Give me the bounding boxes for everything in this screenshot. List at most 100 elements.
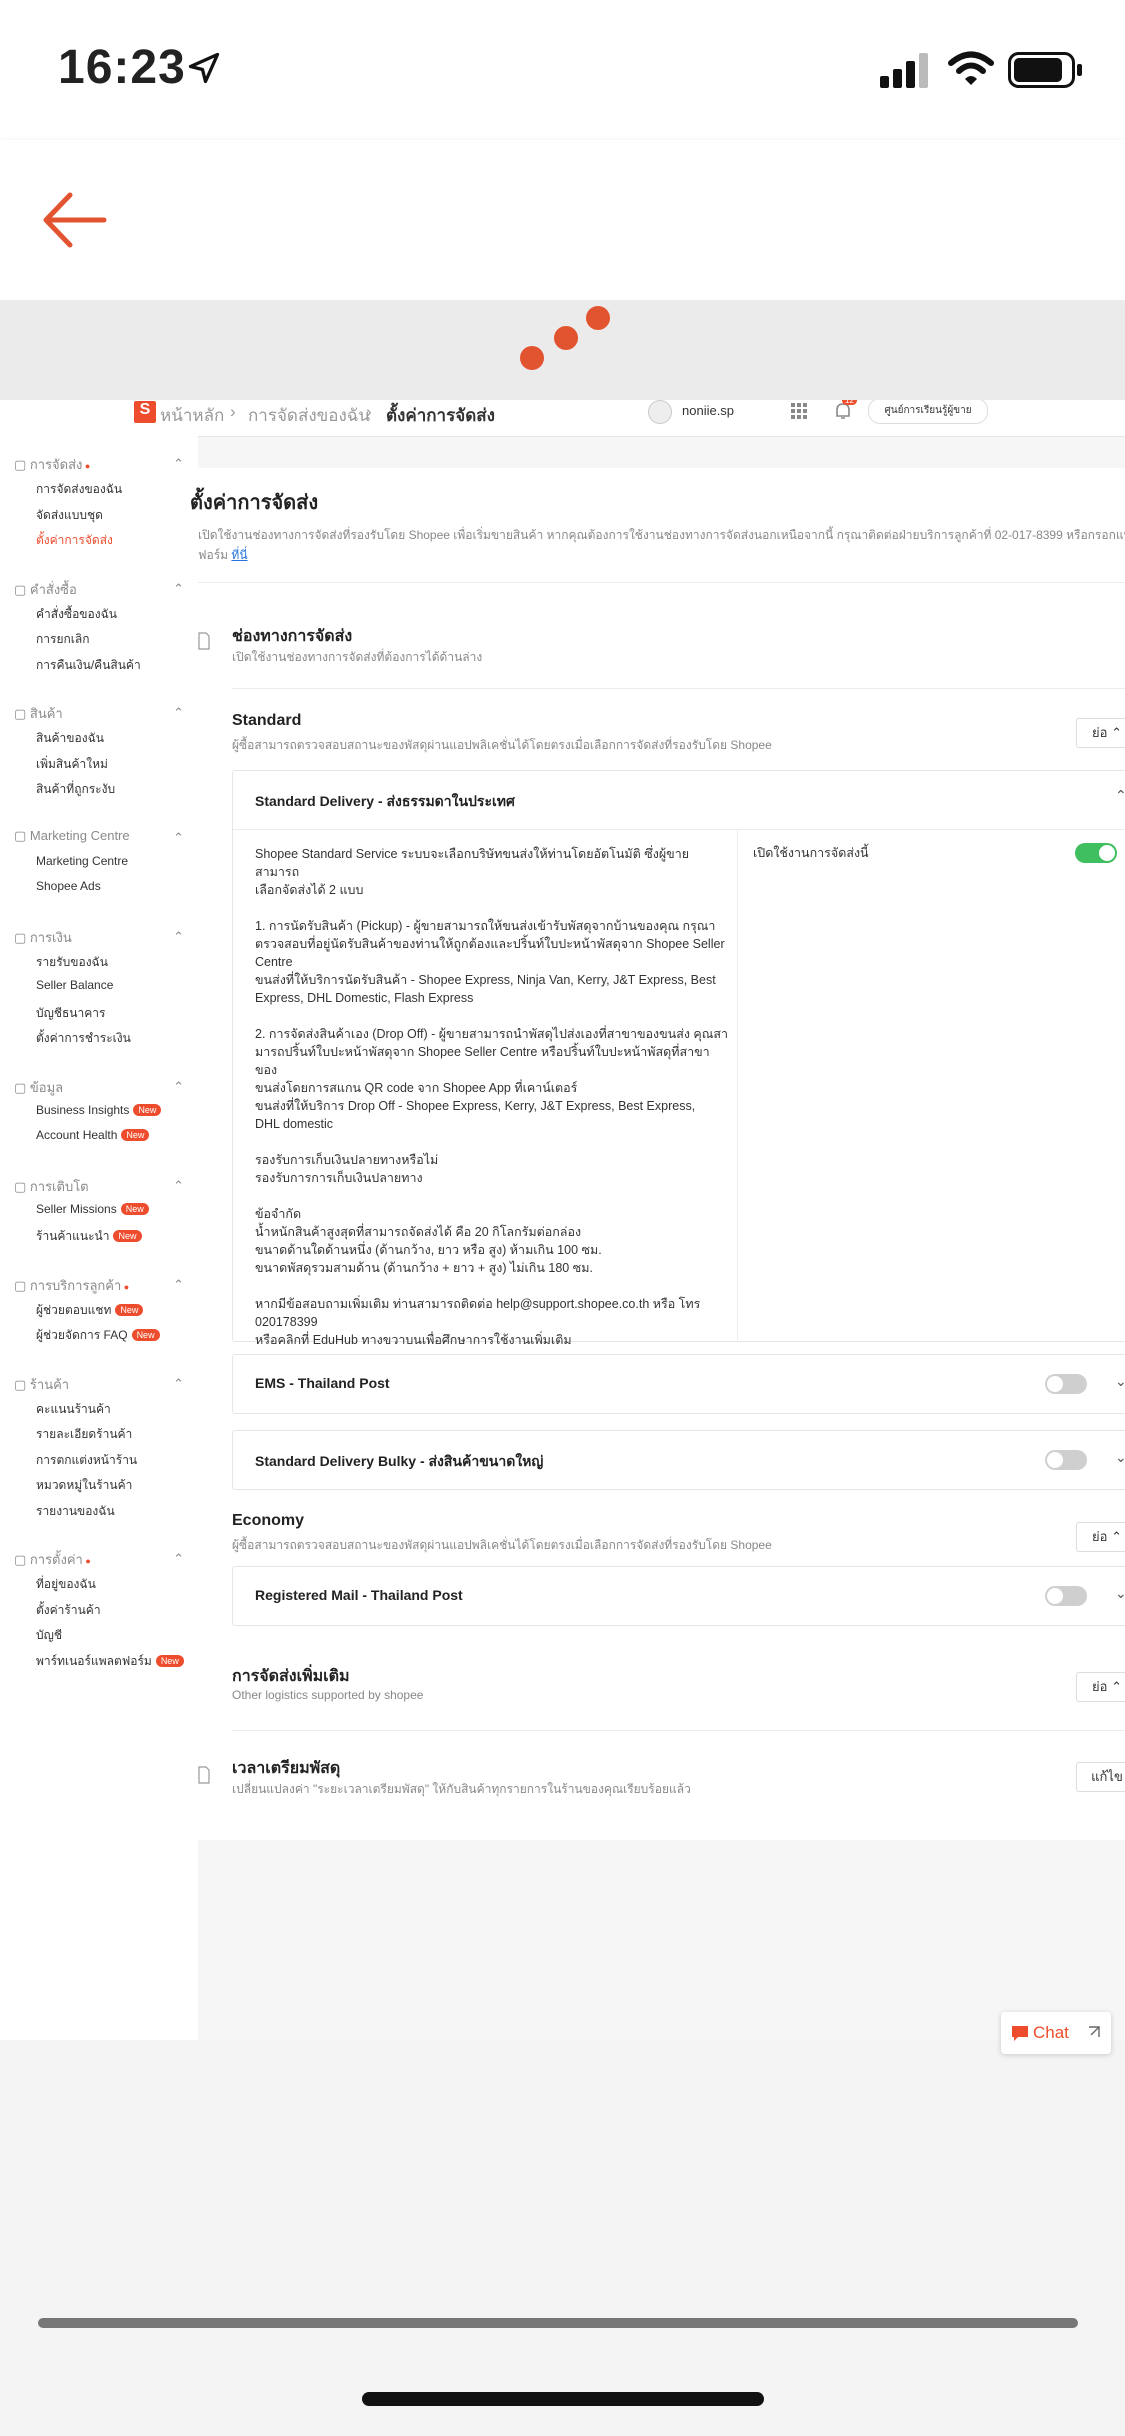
breadcrumb-shipping[interactable]: การจัดส่งของฉัน bbox=[248, 402, 370, 429]
sidebar-item[interactable]: คำสั่งซื้อของฉัน bbox=[36, 605, 117, 624]
sidebar-group-header[interactable]: ▢ การตั้งค่า ● ⌃ bbox=[14, 1549, 184, 1570]
chat-button[interactable]: Chat bbox=[1001, 2012, 1111, 2054]
sidebar-group-header[interactable]: ▢ ร้านค้า ⌃ bbox=[14, 1374, 184, 1395]
standard-collapse-button[interactable]: ย่อ ⌃ bbox=[1076, 718, 1125, 748]
sidebar-item[interactable]: รายงานของฉัน bbox=[36, 1502, 115, 1521]
sidebar-group-icon: ▢ bbox=[14, 457, 30, 472]
page-title: ตั้งค่าการจัดส่ง bbox=[190, 492, 319, 514]
sidebar-group-header[interactable]: ▢ คำสั่งซื้อ ⌃ bbox=[14, 579, 184, 600]
sidebar-group-icon: ▢ bbox=[14, 1079, 30, 1095]
chevron-up-icon[interactable]: ⌃ bbox=[173, 830, 184, 846]
sidebar-item[interactable]: คะแนนร้านค้า bbox=[36, 1400, 111, 1419]
divider bbox=[232, 1730, 1125, 1731]
sidebar-item-label: รายละเอียดร้านค้า bbox=[36, 1427, 133, 1441]
chevron-up-icon[interactable]: ⌃ bbox=[173, 1277, 184, 1293]
chevron-down-icon[interactable]: ⌄ bbox=[1115, 1585, 1125, 1602]
registered-mail-toggle[interactable] bbox=[1045, 1586, 1087, 1606]
sidebar-item[interactable]: รายรับของฉัน bbox=[36, 953, 108, 972]
sidebar-item[interactable]: การตกแต่งหน้าร้าน bbox=[36, 1451, 137, 1470]
back-arrow-icon[interactable] bbox=[40, 185, 110, 255]
new-badge: New bbox=[131, 1329, 160, 1341]
sidebar-item-label: ผู้ช่วยจัดการ FAQ bbox=[36, 1328, 128, 1342]
chevron-up-icon[interactable]: ⌃ bbox=[173, 581, 184, 597]
sidebar-item[interactable]: จัดส่งแบบชุด bbox=[36, 506, 103, 525]
sidebar-item[interactable]: สินค้าของฉัน bbox=[36, 729, 104, 748]
chevron-down-icon[interactable]: ⌄ bbox=[1115, 1373, 1125, 1390]
horizontal-scrollbar[interactable] bbox=[38, 2318, 1078, 2328]
sidebar-item[interactable]: Business Insights New bbox=[36, 1103, 162, 1117]
sidebar-group-header[interactable]: ▢ สินค้า ⌃ bbox=[14, 703, 184, 724]
shopee-logo[interactable]: S bbox=[134, 401, 156, 423]
loading-dot bbox=[554, 326, 578, 350]
economy-collapse-button[interactable]: ย่อ ⌃ bbox=[1076, 1522, 1125, 1552]
chevron-up-icon[interactable]: ⌃ bbox=[173, 929, 184, 945]
sidebar-item[interactable]: ตั้งค่าการจัดส่ง bbox=[36, 531, 113, 550]
divider bbox=[233, 829, 1125, 830]
chevron-down-icon[interactable]: ⌄ bbox=[1115, 1449, 1125, 1466]
sidebar-item[interactable]: รายละเอียดร้านค้า bbox=[36, 1425, 132, 1444]
prep-time-edit-button[interactable]: แก้ไข bbox=[1076, 1762, 1125, 1792]
sidebar-group-header[interactable]: ▢ การบริการลูกค้า ● ⌃ bbox=[14, 1275, 184, 1296]
sidebar-group-header[interactable]: ▢ การจัดส่ง ● ⌃ bbox=[14, 454, 184, 475]
sidebar-group-header[interactable]: ▢ การเติบโต ⌃ bbox=[14, 1176, 184, 1197]
sidebar-item[interactable]: ผู้ช่วยจัดการ FAQ New bbox=[36, 1326, 160, 1345]
chevron-up-icon[interactable]: ⌃ bbox=[173, 456, 184, 472]
apps-grid-icon[interactable] bbox=[790, 402, 808, 420]
username[interactable]: noniie.sp bbox=[682, 403, 734, 418]
sidebar-item[interactable]: พาร์ทเนอร์แพลตฟอร์ม New bbox=[36, 1652, 184, 1671]
extra-logistics-subtitle: Other logistics supported by shopee bbox=[232, 1688, 424, 1702]
sidebar-item[interactable]: Marketing Centre bbox=[36, 854, 128, 868]
sidebar-item[interactable]: การจัดส่งของฉัน bbox=[36, 480, 122, 499]
sidebar-item-label: สินค้าที่ถูกระงับ bbox=[36, 782, 116, 796]
sidebar-item-label: บัญชีธนาคาร bbox=[36, 1005, 106, 1020]
standard-delivery-toggle[interactable] bbox=[1075, 843, 1117, 863]
sidebar-item[interactable]: การยกเลิก bbox=[36, 630, 89, 649]
sidebar-group-header[interactable]: ▢ การเงิน ⌃ bbox=[14, 927, 184, 948]
economy-title: Economy bbox=[232, 1512, 305, 1529]
chevron-up-icon[interactable]: ⌃ bbox=[173, 1079, 184, 1095]
registered-mail-card: Registered Mail - Thailand Post ⌄ bbox=[232, 1566, 1125, 1626]
learning-centre-button[interactable]: ศูนย์การเรียนรู้ผู้ขาย bbox=[868, 400, 988, 424]
sidebar-item[interactable]: การคืนเงิน/คืนสินค้า bbox=[36, 656, 141, 675]
sidebar-item[interactable]: Shopee Ads bbox=[36, 879, 101, 893]
sidebar-group-icon: ▢ bbox=[14, 581, 30, 597]
main-content: ตั้งค่าการจัดส่ง เปิดใช้งานช่องทางการจัด… bbox=[190, 468, 1125, 1840]
bulky-title: Standard Delivery Bulky - ส่งสินค้าขนาดใ… bbox=[255, 1453, 544, 1469]
standard-collapse-label: ย่อ bbox=[1092, 725, 1108, 740]
registered-mail-title: Registered Mail - Thailand Post bbox=[255, 1587, 463, 1603]
sidebar-item-label: ที่อยู่ของฉัน bbox=[36, 1577, 96, 1591]
sidebar-item[interactable]: ตั้งค่าร้านค้า bbox=[36, 1601, 101, 1620]
intro-link[interactable]: ที่นี่ bbox=[231, 548, 247, 562]
chevron-up-icon[interactable]: ⌃ bbox=[173, 1551, 184, 1567]
sidebar-item[interactable]: ผู้ช่วยตอบแชท New bbox=[36, 1301, 144, 1320]
sidebar-item-label: การจัดส่งของฉัน bbox=[36, 482, 123, 496]
sidebar-item[interactable]: เพิ่มสินค้าใหม่ bbox=[36, 755, 108, 774]
sidebar-item[interactable]: ที่อยู่ของฉัน bbox=[36, 1575, 96, 1594]
sidebar-group-label: สินค้า bbox=[29, 706, 63, 721]
avatar[interactable] bbox=[648, 400, 672, 424]
sidebar-group-icon: ▢ bbox=[14, 929, 30, 945]
standard-subtitle: ผู้ซื้อสามารถตรวจสอบสถานะของพัสดุผ่านแอป… bbox=[232, 738, 772, 752]
chevron-up-icon[interactable]: ⌃ bbox=[1115, 787, 1125, 804]
sidebar-item[interactable]: Seller Balance bbox=[36, 978, 113, 992]
sidebar-group-header[interactable]: ▢ ข้อมูล ⌃ bbox=[14, 1077, 184, 1098]
sidebar-item[interactable]: Account Health New bbox=[36, 1128, 150, 1142]
chevron-up-icon[interactable]: ⌃ bbox=[173, 1376, 184, 1392]
ems-toggle[interactable] bbox=[1045, 1374, 1087, 1394]
expand-icon[interactable] bbox=[1087, 2025, 1101, 2039]
extra-collapse-button[interactable]: ย่อ ⌃ bbox=[1076, 1672, 1125, 1702]
sidebar-item[interactable]: บัญชีธนาคาร bbox=[36, 1004, 105, 1023]
sidebar-item[interactable]: Seller Missions New bbox=[36, 1202, 149, 1216]
sidebar-item[interactable]: บัญชี bbox=[36, 1626, 62, 1645]
bulky-toggle[interactable] bbox=[1045, 1450, 1087, 1470]
sidebar-group-label: การจัดส่ง bbox=[29, 457, 83, 472]
sidebar-group-header[interactable]: ▢ Marketing Centre ⌃ bbox=[14, 828, 184, 846]
loading-dot bbox=[586, 306, 610, 330]
sidebar-item[interactable]: สินค้าที่ถูกระงับ bbox=[36, 780, 115, 799]
chevron-up-icon[interactable]: ⌃ bbox=[173, 1178, 184, 1194]
sidebar-item[interactable]: ตั้งค่าการชำระเงิน bbox=[36, 1029, 131, 1048]
chevron-up-icon[interactable]: ⌃ bbox=[173, 705, 184, 721]
sidebar-item[interactable]: ร้านค้าแนะนำ New bbox=[36, 1227, 142, 1246]
sidebar-item[interactable]: หมวดหมู่ในร้านค้า bbox=[36, 1476, 132, 1495]
breadcrumb-home[interactable]: หน้าหลัก bbox=[160, 402, 224, 429]
